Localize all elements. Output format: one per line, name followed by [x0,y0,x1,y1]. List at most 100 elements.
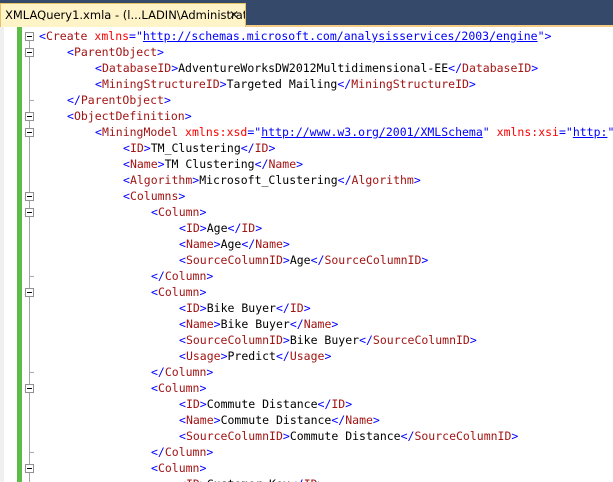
collapse-icon[interactable] [25,48,34,57]
xml-bracket: </ [151,269,165,283]
xml-bracket: </ [240,141,255,155]
xml-tag-name: Name [303,317,332,331]
xml-tag-name: Name [185,317,214,331]
xml-bracket: > [213,413,221,427]
xml-bracket: > [213,237,221,251]
xml-bracket: > [468,77,476,91]
xml-attribute-name: xmlns [94,29,130,43]
xml-tag-name: Column [157,205,200,219]
xml-bracket: < [151,381,158,395]
xml-bracket: < [67,45,74,59]
xml-tag-name: Column [164,269,207,283]
xml-bracket: > [413,173,421,187]
xml-text-value: Age [206,221,228,235]
xml-bracket: < [67,109,74,123]
indicator-margin [0,27,4,482]
xml-bracket: </ [67,93,81,107]
xml-tag-name: Usage [289,349,325,363]
xml-text-value: Customer Key [207,477,290,482]
code-line: <ID>Commute Distance</ID> [179,396,352,412]
xml-tag-name: Column [164,445,207,459]
xml-bracket: < [179,333,186,347]
outline-end-tick [29,372,34,373]
code-line: </Column> [151,444,213,460]
code-line: </Column> [151,364,213,380]
collapse-icon[interactable] [25,112,34,121]
outline-guide [29,40,30,482]
xml-bracket: </ [337,77,352,91]
xml-tag-name: SourceColumnID [372,333,470,347]
xml-tag-name: Create [45,29,88,43]
xml-tag-name: Name [345,413,373,427]
collapse-icon[interactable] [25,208,34,217]
xml-bracket: =" [247,125,262,139]
collapse-icon[interactable] [25,192,34,201]
xml-tag-name: Algorithm [129,173,193,187]
xml-bracket: > [199,221,207,235]
code-line: <ID>Age</ID> [179,220,262,236]
collapse-icon[interactable] [25,32,34,41]
xml-tag-name: Column [157,381,200,395]
collapse-icon[interactable] [25,384,34,393]
code-line: <Name>TM Clustering</Name> [123,156,303,172]
xml-text-value: TM Clustering [164,157,255,171]
xml-bracket: > [199,205,207,219]
xml-bracket: </ [400,429,415,443]
xml-bracket: > [163,93,171,107]
xml-bracket: < [179,221,186,235]
xml-tag-name: DatabaseID [101,61,172,75]
xml-tag-name: Name [255,237,283,251]
document-tab[interactable]: XMLAQuery1.xmla - (l...LADIN\Administrat… [0,3,246,27]
collapse-icon[interactable] [25,288,34,297]
code-line: <ID>Bike Buyer</ID> [179,300,311,316]
outline-end-tick [29,100,34,101]
code-line: <Column> [151,380,206,396]
xml-tag-name: SourceColumnID [185,253,283,267]
xml-tag-name: MiningModel [101,125,179,139]
xml-bracket: > [469,333,477,347]
xml-text-value: Bike Buyer [206,301,276,315]
code-editor[interactable]: <Create xmlns="http://schemas.microsoft.… [0,27,613,482]
xml-tag-name: ID [304,477,318,482]
close-icon[interactable]: ✕ [227,4,241,26]
xml-attribute-name: xmlns:xsd [185,125,248,139]
xml-tag-name: Name [185,237,214,251]
xml-bracket: > [199,381,207,395]
code-line: <ParentObject> [67,44,164,60]
xml-tag-name: SourceColumnID [414,429,512,443]
xml-tag-name: ParentObject [73,45,158,59]
xml-bracket: </ [151,365,165,379]
xml-text-value: Bike Buyer [289,333,360,347]
xml-tag-name: ParentObject [80,93,164,107]
xml-bracket: < [123,157,130,171]
xml-tag-name: ID [186,477,200,482]
xml-text-value: Age [220,237,242,251]
collapse-icon[interactable] [25,128,34,137]
xml-tag-name: Name [268,157,297,171]
xml-bracket: > [296,157,304,171]
xml-text-value: Targeted Mailing [226,77,338,91]
xml-bracket: </ [289,317,304,331]
xml-tag-name: ID [289,301,304,315]
xml-tag-name: ID [254,141,269,155]
xml-bracket: </ [331,413,346,427]
xml-bracket: > [206,445,214,459]
xml-bracket: " [482,125,490,139]
collapse-icon[interactable] [25,464,34,473]
code-line: </Column> [151,268,213,284]
xml-bracket: > [199,461,207,475]
xml-bracket: > [544,29,552,43]
xml-bracket: > [220,349,228,363]
xml-bracket: > [206,365,214,379]
xml-bracket: " [537,29,545,43]
xml-text-value: TM_Clustering [150,141,241,155]
xml-bracket: > [282,253,290,267]
document-tab-strip: XMLAQuery1.xmla - (l...LADIN\Administrat… [0,0,613,27]
xml-bracket: > [421,253,429,267]
xml-tag-name: ID [185,221,200,235]
code-line: <Algorithm>Microsoft_Clustering</Algorit… [123,172,421,188]
xml-bracket: > [157,45,164,59]
xml-bracket: > [157,157,165,171]
xml-bracket: </ [359,333,373,347]
